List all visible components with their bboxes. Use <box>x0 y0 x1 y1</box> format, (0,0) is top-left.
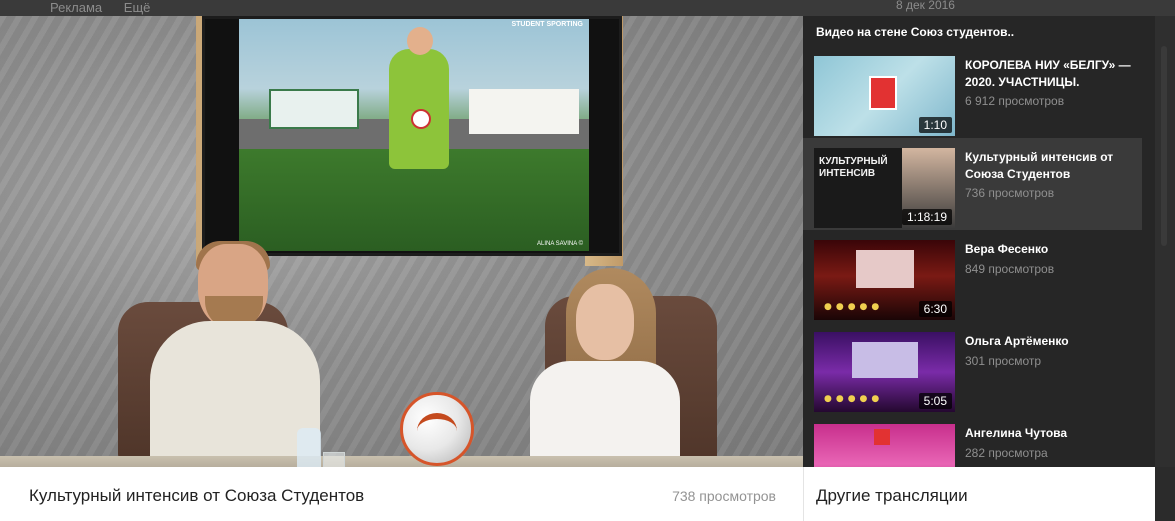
thumb-stage-screen <box>852 342 918 378</box>
woman-body <box>530 361 680 467</box>
playlist-item-views: 736 просмотров <box>965 186 1055 200</box>
woman-head <box>576 284 634 360</box>
playlist-item[interactable]: ●●●●● 5:05 Ольга Артёменко 301 просмотр <box>803 322 1142 414</box>
playlist-item-active[interactable]: КУЛЬТУРНЫЙ ИНТЕНСИВ 1:18:19 Культурный и… <box>803 138 1142 230</box>
playlist-item-title[interactable]: КОРОЛЕВА НИУ «БЕЛГУ» — 2020. УЧАСТНИЦЫ. <box>965 57 1140 91</box>
thumb-logo <box>869 76 897 110</box>
other-streams-link[interactable]: Другие трансляции <box>816 486 968 506</box>
video-thumbnail[interactable] <box>814 424 955 467</box>
playlist-item-views: 282 просмотра <box>965 446 1048 460</box>
field-banner <box>269 89 359 129</box>
video-info-bar: Культурный интенсив от Союза Студентов 7… <box>0 467 803 521</box>
video-duration: 5:05 <box>918 393 952 409</box>
video-thumbnail[interactable]: ●●●●● 6:30 <box>814 240 955 320</box>
thumb-text: КУЛЬТУРНЫЙ ИНТЕНСИВ <box>819 156 888 179</box>
video-frame-tv: STUDENT SPORTING ALINA SAVINA © <box>202 16 622 256</box>
video-duration: 6:30 <box>918 301 952 317</box>
playlist-item[interactable]: Ангелина Чутова 282 просмотра <box>803 414 1142 467</box>
playlist-item-views: 6 912 просмотров <box>965 94 1065 108</box>
video-player[interactable]: STUDENT SPORTING ALINA SAVINA © <box>0 16 803 467</box>
other-streams-bar[interactable]: Другие трансляции <box>803 467 1155 521</box>
panel-scrollbar[interactable] <box>1155 16 1175 467</box>
playlist-item[interactable]: 1:10 КОРОЛЕВА НИУ «БЕЛГУ» — 2020. УЧАСТН… <box>803 46 1142 138</box>
playlist-item-title[interactable]: Ангелина Чутова <box>965 425 1140 442</box>
thumb-dots: ●●●●● <box>824 394 884 404</box>
video-duration: 1:10 <box>918 117 952 133</box>
field-banner-right <box>469 89 579 134</box>
video-thumbnail[interactable]: 1:10 <box>814 56 955 136</box>
background-menu: Реклама Ещё <box>50 0 168 15</box>
menu-item-ads[interactable]: Реклама <box>50 0 102 15</box>
thumb-dots: ●●●●● <box>824 302 884 312</box>
man-body <box>150 321 320 467</box>
tv-screen: STUDENT SPORTING ALINA SAVINA © <box>239 19 589 251</box>
thumb-stage-screen <box>856 250 914 288</box>
goalkeeper-head <box>407 27 433 55</box>
playlist-item-title[interactable]: Культурный интенсив от Союза Студентов <box>965 149 1140 183</box>
football <box>400 392 474 466</box>
playlist-item-title[interactable]: Ольга Артёменко <box>965 333 1140 350</box>
video-thumbnail[interactable]: ●●●●● 5:05 <box>814 332 955 412</box>
background-page: Реклама Ещё 8 дек 2016 <box>0 0 1175 16</box>
panel-header[interactable]: Видео на стене Союз студентов.. <box>816 25 1014 39</box>
tv-logo: STUDENT SPORTING <box>511 21 583 28</box>
thumb-logo <box>874 429 890 445</box>
video-views: 738 просмотров <box>672 488 776 504</box>
playlist-item-views: 301 просмотр <box>965 354 1042 368</box>
menu-item-more[interactable]: Ещё <box>124 0 151 15</box>
tv-caption: ALINA SAVINA © <box>537 241 583 247</box>
related-videos-panel: Видео на стене Союз студентов.. 1:10 КОР… <box>803 16 1155 467</box>
tv-ball <box>411 109 431 129</box>
table <box>0 456 803 467</box>
video-viewer: Реклама Ещё 8 дек 2016 STUDENT SPORTING … <box>0 0 1175 521</box>
playlist-item[interactable]: ●●●●● 6:30 Вера Фесенко 849 просмотров <box>803 230 1142 322</box>
water-bottle <box>297 428 321 467</box>
video-title: Культурный интенсив от Союза Студентов <box>29 486 365 505</box>
playlist-item-title[interactable]: Вера Фесенко <box>965 241 1140 258</box>
playlist-item-views: 849 просмотров <box>965 262 1055 276</box>
scrollbar-thumb[interactable] <box>1161 46 1167 246</box>
background-date: 8 дек 2016 <box>896 0 955 12</box>
video-duration: 1:18:19 <box>901 209 952 225</box>
video-thumbnail[interactable]: КУЛЬТУРНЫЙ ИНТЕНСИВ 1:18:19 <box>814 148 955 228</box>
glass <box>323 452 345 467</box>
